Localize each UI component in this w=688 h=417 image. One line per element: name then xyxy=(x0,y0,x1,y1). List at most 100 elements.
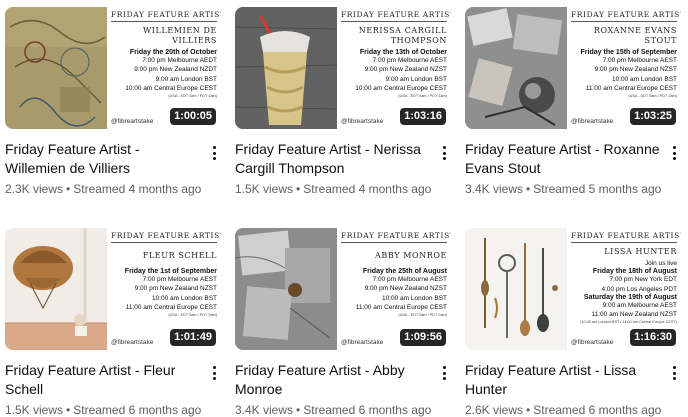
video-card[interactable]: FRIDAY FEATURE ARTIST NERISSA CARGILL TH… xyxy=(235,7,451,196)
poster-time: 9:00 pm New Zealand NZST xyxy=(594,66,677,74)
video-thumbnail[interactable]: FRIDAY FEATURE ARTIST ABBY MONROE Friday… xyxy=(235,228,451,350)
view-count: 3.4K views xyxy=(465,182,524,196)
video-meta: 3.4K views • Streamed 5 months ago xyxy=(465,182,681,196)
poster-heading: FRIDAY FEATURE ARTIST xyxy=(341,10,451,22)
meta-separator: • xyxy=(296,403,301,417)
video-card[interactable]: FRIDAY FEATURE ARTIST ABBY MONROE Friday… xyxy=(235,228,451,417)
more-actions-icon[interactable] xyxy=(207,361,221,385)
poster-time: 7:00 pm New York EDT xyxy=(609,276,677,284)
duration-badge: 1:09:56 xyxy=(400,329,446,346)
video-thumbnail[interactable]: FRIDAY FEATURE ARTIST ROXANNE EVANS STOU… xyxy=(465,7,681,129)
poster-time: 11:00 am New Zealand NZST xyxy=(591,311,678,319)
video-title[interactable]: Friday Feature Artist - Roxanne Evans St… xyxy=(465,140,661,178)
video-title[interactable]: Friday Feature Artist - Nerissa Cargill … xyxy=(235,140,431,178)
poster-time: 11:00 am Central Europe CEST xyxy=(355,303,447,311)
video-meta: 3.4K views • Streamed 6 months ago xyxy=(235,403,451,417)
poster-date: Friday the 25th of August xyxy=(362,268,447,275)
streamed-time: Streamed 4 months ago xyxy=(73,182,202,196)
artwork-image xyxy=(235,7,337,129)
poster-heading: FRIDAY FEATURE ARTIST xyxy=(571,231,681,243)
poster-artist-name: NERISSA CARGILL THOMPSON xyxy=(358,26,447,45)
video-thumbnail[interactable]: FRIDAY FEATURE ARTIST NERISSA CARGILL TH… xyxy=(235,7,451,129)
duration-badge: 1:16:30 xyxy=(630,329,676,346)
artwork-image xyxy=(465,7,567,129)
poster-handle: @fibreartstake xyxy=(111,118,154,125)
poster-heading: FRIDAY FEATURE ARTIST xyxy=(111,10,221,22)
video-card[interactable]: FRIDAY FEATURE ARTIST LISSA HUNTER Join … xyxy=(465,228,681,417)
poster-date: Friday the 18th of August xyxy=(592,268,677,276)
duration-badge: 1:00:05 xyxy=(170,108,216,125)
duration-badge: 1:03:16 xyxy=(400,108,446,125)
poster-time: 10:00 am London BST xyxy=(611,75,677,83)
poster-artist-name: FLEUR SCHELL xyxy=(142,251,217,260)
view-count: 2.6K views xyxy=(465,403,524,417)
video-title[interactable]: Friday Feature Artist - Willemien de Vil… xyxy=(5,140,201,178)
meta-separator: • xyxy=(296,182,301,196)
poster-time: 9:00 pm New Zealand NZST xyxy=(364,285,447,293)
streamed-time: Streamed 5 months ago xyxy=(533,182,662,196)
streamed-time: Streamed 6 months ago xyxy=(73,403,202,417)
poster-time: 9:00 am London BST xyxy=(155,75,217,83)
poster-time: 9:00 am London BST xyxy=(385,75,447,83)
video-title[interactable]: Friday Feature Artist - Lissa Hunter xyxy=(465,361,661,399)
video-card[interactable]: FRIDAY FEATURE ARTIST ROXANNE EVANS STOU… xyxy=(465,7,681,196)
video-thumbnail[interactable]: FRIDAY FEATURE ARTIST FLEUR SCHELL Frida… xyxy=(5,228,221,350)
poster-artist-name: ABBY MONROE xyxy=(375,251,447,260)
poster-time: 10:00 am Central Europe CEST xyxy=(355,84,447,92)
poster-footnote: (USA - EDT 5am / PDT 2am) xyxy=(398,313,447,318)
streamed-time: Streamed 6 months ago xyxy=(303,403,432,417)
duration-badge: 1:03:25 xyxy=(630,108,676,125)
poster-heading: FRIDAY FEATURE ARTIST xyxy=(111,231,221,243)
more-actions-icon[interactable] xyxy=(437,361,451,385)
poster-footnote: (USA - EDT 4am / PDT 1am) xyxy=(398,94,447,99)
view-count: 1.5K views xyxy=(235,182,294,196)
poster-date: Friday the 1st of September xyxy=(124,268,217,275)
poster-artist-name: ROXANNE EVANS STOUT xyxy=(593,26,677,45)
view-count: 1.5K views xyxy=(5,403,64,417)
duration-badge: 1:01:49 xyxy=(170,329,216,346)
poster-date: Friday the 20th of October xyxy=(129,49,217,56)
poster-time: 9:00 pm New Zealand NZDT xyxy=(134,66,217,74)
poster-footnote: (USA - EDT 5am / PDT 2am) xyxy=(628,94,677,99)
video-meta: 2.6K views • Streamed 6 months ago xyxy=(465,403,681,417)
poster-handle: @fibreartstake xyxy=(341,339,384,346)
poster-footnote: (USA - EDT 5am / PDT 2am) xyxy=(168,313,217,318)
poster-date: Friday the 13th of October xyxy=(359,49,447,56)
poster-handle: @fibreartstake xyxy=(571,118,614,125)
meta-separator: • xyxy=(526,182,531,196)
video-thumbnail[interactable]: FRIDAY FEATURE ARTIST WILLEMIEN DE VILLI… xyxy=(5,7,221,129)
poster-time: 10:00 am London BST xyxy=(151,294,217,302)
more-actions-icon[interactable] xyxy=(667,361,681,385)
poster-footnote: (USA - EDT 4am / PDT 1am) xyxy=(168,94,217,99)
video-card[interactable]: FRIDAY FEATURE ARTIST WILLEMIEN DE VILLI… xyxy=(5,7,221,196)
poster-time: 7:00 pm Melbourne AEST xyxy=(372,276,447,283)
video-title[interactable]: Friday Feature Artist - Abby Monroe xyxy=(235,361,431,399)
artwork-image xyxy=(465,228,567,350)
artwork-image xyxy=(5,228,107,350)
poster-time: 9:00 pm New Zealand NZST xyxy=(134,285,217,293)
poster-artist-name: WILLEMIEN DE VILLIERS xyxy=(142,26,217,45)
video-meta: 2.3K views • Streamed 4 months ago xyxy=(5,182,221,196)
meta-separator: • xyxy=(66,182,71,196)
meta-separator: • xyxy=(66,403,71,417)
video-thumbnail[interactable]: FRIDAY FEATURE ARTIST LISSA HUNTER Join … xyxy=(465,228,681,350)
artwork-image xyxy=(5,7,107,129)
video-card[interactable]: FRIDAY FEATURE ARTIST FLEUR SCHELL Frida… xyxy=(5,228,221,417)
view-count: 2.3K views xyxy=(5,182,64,196)
poster-time: 7:00 pm Melbourne AEDT xyxy=(142,57,217,64)
poster-heading: FRIDAY FEATURE ARTIST xyxy=(341,231,451,243)
video-meta: 1.5K views • Streamed 4 months ago xyxy=(235,182,451,196)
more-actions-icon[interactable] xyxy=(437,141,451,165)
more-actions-icon[interactable] xyxy=(207,141,221,165)
poster-time: 9:00 pm New Zealand NZST xyxy=(364,66,447,74)
more-actions-icon[interactable] xyxy=(667,141,681,165)
video-title[interactable]: Friday Feature Artist - Fleur Schell xyxy=(5,361,201,399)
poster-artist-name: LISSA HUNTER xyxy=(604,247,677,256)
poster-date-secondary: Saturday the 19th of August xyxy=(583,293,677,301)
poster-handle: @fibreartstake xyxy=(341,118,384,125)
poster-time: 7:00 pm Melbourne AEST xyxy=(602,57,677,64)
poster-handle: @fibreartstake xyxy=(111,339,154,346)
view-count: 3.4K views xyxy=(235,403,294,417)
poster-intro: Join us live xyxy=(644,260,677,267)
poster-handle: @fibreartstake xyxy=(571,339,614,346)
